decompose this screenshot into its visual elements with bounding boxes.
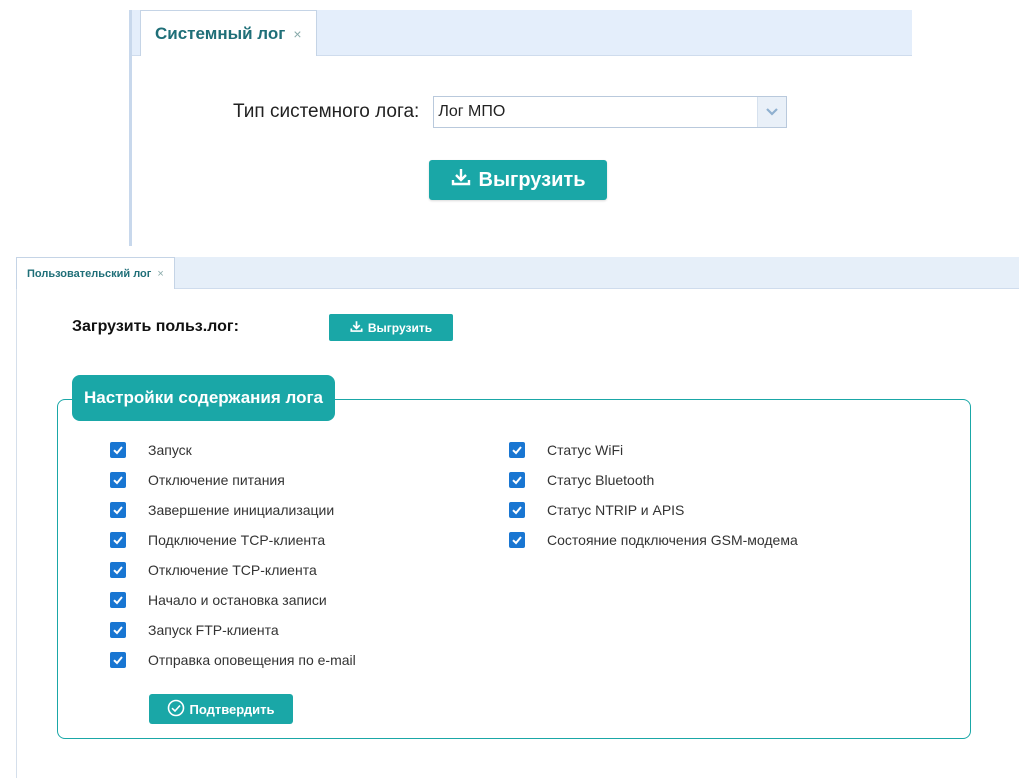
checkbox-label: Начало и остановка записи xyxy=(148,592,327,608)
checkbox-row[interactable]: Отключение питания xyxy=(110,465,356,495)
checkbox-row[interactable]: Запуск xyxy=(110,435,356,465)
tab-system-log[interactable]: Системный лог × xyxy=(140,10,317,56)
close-icon[interactable]: × xyxy=(293,26,301,42)
load-user-log-label: Загрузить польз.лог: xyxy=(72,318,239,335)
checkbox-row[interactable]: Статус Bluetooth xyxy=(509,465,798,495)
checkbox[interactable] xyxy=(509,502,525,518)
checkbox-label: Статус NTRIP и APIS xyxy=(547,502,685,518)
checkbox[interactable] xyxy=(509,442,525,458)
checkbox-row[interactable]: Состояние подключения GSM-модема xyxy=(509,525,798,555)
log-type-value: Лог МПО xyxy=(438,103,506,120)
download-icon xyxy=(451,167,471,193)
confirm-label: Подтвердить xyxy=(189,701,275,717)
checkbox[interactable] xyxy=(110,532,126,548)
checkbox[interactable] xyxy=(110,502,126,518)
checkbox-label: Состояние подключения GSM-модема xyxy=(547,532,798,548)
chevron-down-icon[interactable] xyxy=(757,97,787,127)
export-label: Выгрузить xyxy=(367,320,433,335)
right-checkbox-column: Статус WiFi Статус Bluetooth Статус NTRIP … xyxy=(509,435,798,555)
checkbox[interactable] xyxy=(509,532,525,548)
checkbox-label: Статус Bluetooth xyxy=(547,472,655,488)
checkbox-label: Отправка оповещения по e-mail xyxy=(148,652,356,668)
log-type-select[interactable]: Лог МПО xyxy=(433,96,788,128)
close-icon[interactable]: × xyxy=(157,268,163,280)
checkbox[interactable] xyxy=(110,622,126,638)
log-type-row: Тип системного лога: Лог МПО xyxy=(233,96,788,128)
left-checkbox-column: Запуск Отключение питания Завершение иници… xyxy=(110,435,356,675)
confirm-button[interactable]: Подтвердить xyxy=(149,694,293,724)
panel-border xyxy=(16,287,17,778)
tab-label: Системный лог xyxy=(155,23,286,43)
checkbox-label: Статус WiFi xyxy=(547,442,624,458)
checkbox-label: Запуск FTP-клиента xyxy=(148,622,279,638)
tab-label: Пользовательский лог xyxy=(27,267,152,280)
checkbox[interactable] xyxy=(110,652,126,668)
check-circle-icon xyxy=(167,699,185,720)
checkbox-row[interactable]: Статус NTRIP и APIS xyxy=(509,495,798,525)
user-log-panel: Пользовательский лог × Загрузить польз.л… xyxy=(0,257,1019,778)
log-settings-title: Настройки содержания лога xyxy=(72,375,336,421)
checkbox[interactable] xyxy=(110,562,126,578)
checkbox[interactable] xyxy=(110,592,126,608)
checkbox-row[interactable]: Отправка оповещения по e-mail xyxy=(110,645,356,675)
checkbox-label: Завершение инициализации xyxy=(148,502,335,518)
checkbox[interactable] xyxy=(110,442,126,458)
checkbox-row[interactable]: Статус WiFi xyxy=(509,435,798,465)
checkbox-row[interactable]: Подключение TCP-клиента xyxy=(110,525,356,555)
tab-user-log[interactable]: Пользовательский лог × xyxy=(16,257,175,289)
checkbox-label: Запуск xyxy=(148,442,192,458)
checkbox-row[interactable]: Запуск FTP-клиента xyxy=(110,615,356,645)
checkbox-label: Подключение TCP-клиента xyxy=(148,532,326,548)
download-icon xyxy=(350,320,363,336)
checkbox-label: Отключение питания xyxy=(148,472,285,488)
system-log-panel: Системный лог × Тип системного лога: Лог… xyxy=(129,0,1019,246)
checkbox[interactable] xyxy=(509,472,525,488)
system-log-tabbar: Системный лог × xyxy=(132,10,912,56)
checkbox-row[interactable]: Начало и остановка записи xyxy=(110,585,356,615)
log-type-label: Тип системного лога: xyxy=(233,101,420,122)
checkbox-row[interactable]: Завершение инициализации xyxy=(110,495,356,525)
export-label: Выгрузить xyxy=(478,168,586,191)
user-log-tabbar: Пользовательский лог × xyxy=(16,257,1019,289)
checkbox-row[interactable]: Отключение TCP-клиента xyxy=(110,555,356,585)
user-export-button[interactable]: Выгрузить xyxy=(329,314,453,341)
checkbox-label: Отключение TCP-клиента xyxy=(148,562,317,578)
export-button[interactable]: Выгрузить xyxy=(429,160,607,200)
checkbox[interactable] xyxy=(110,472,126,488)
